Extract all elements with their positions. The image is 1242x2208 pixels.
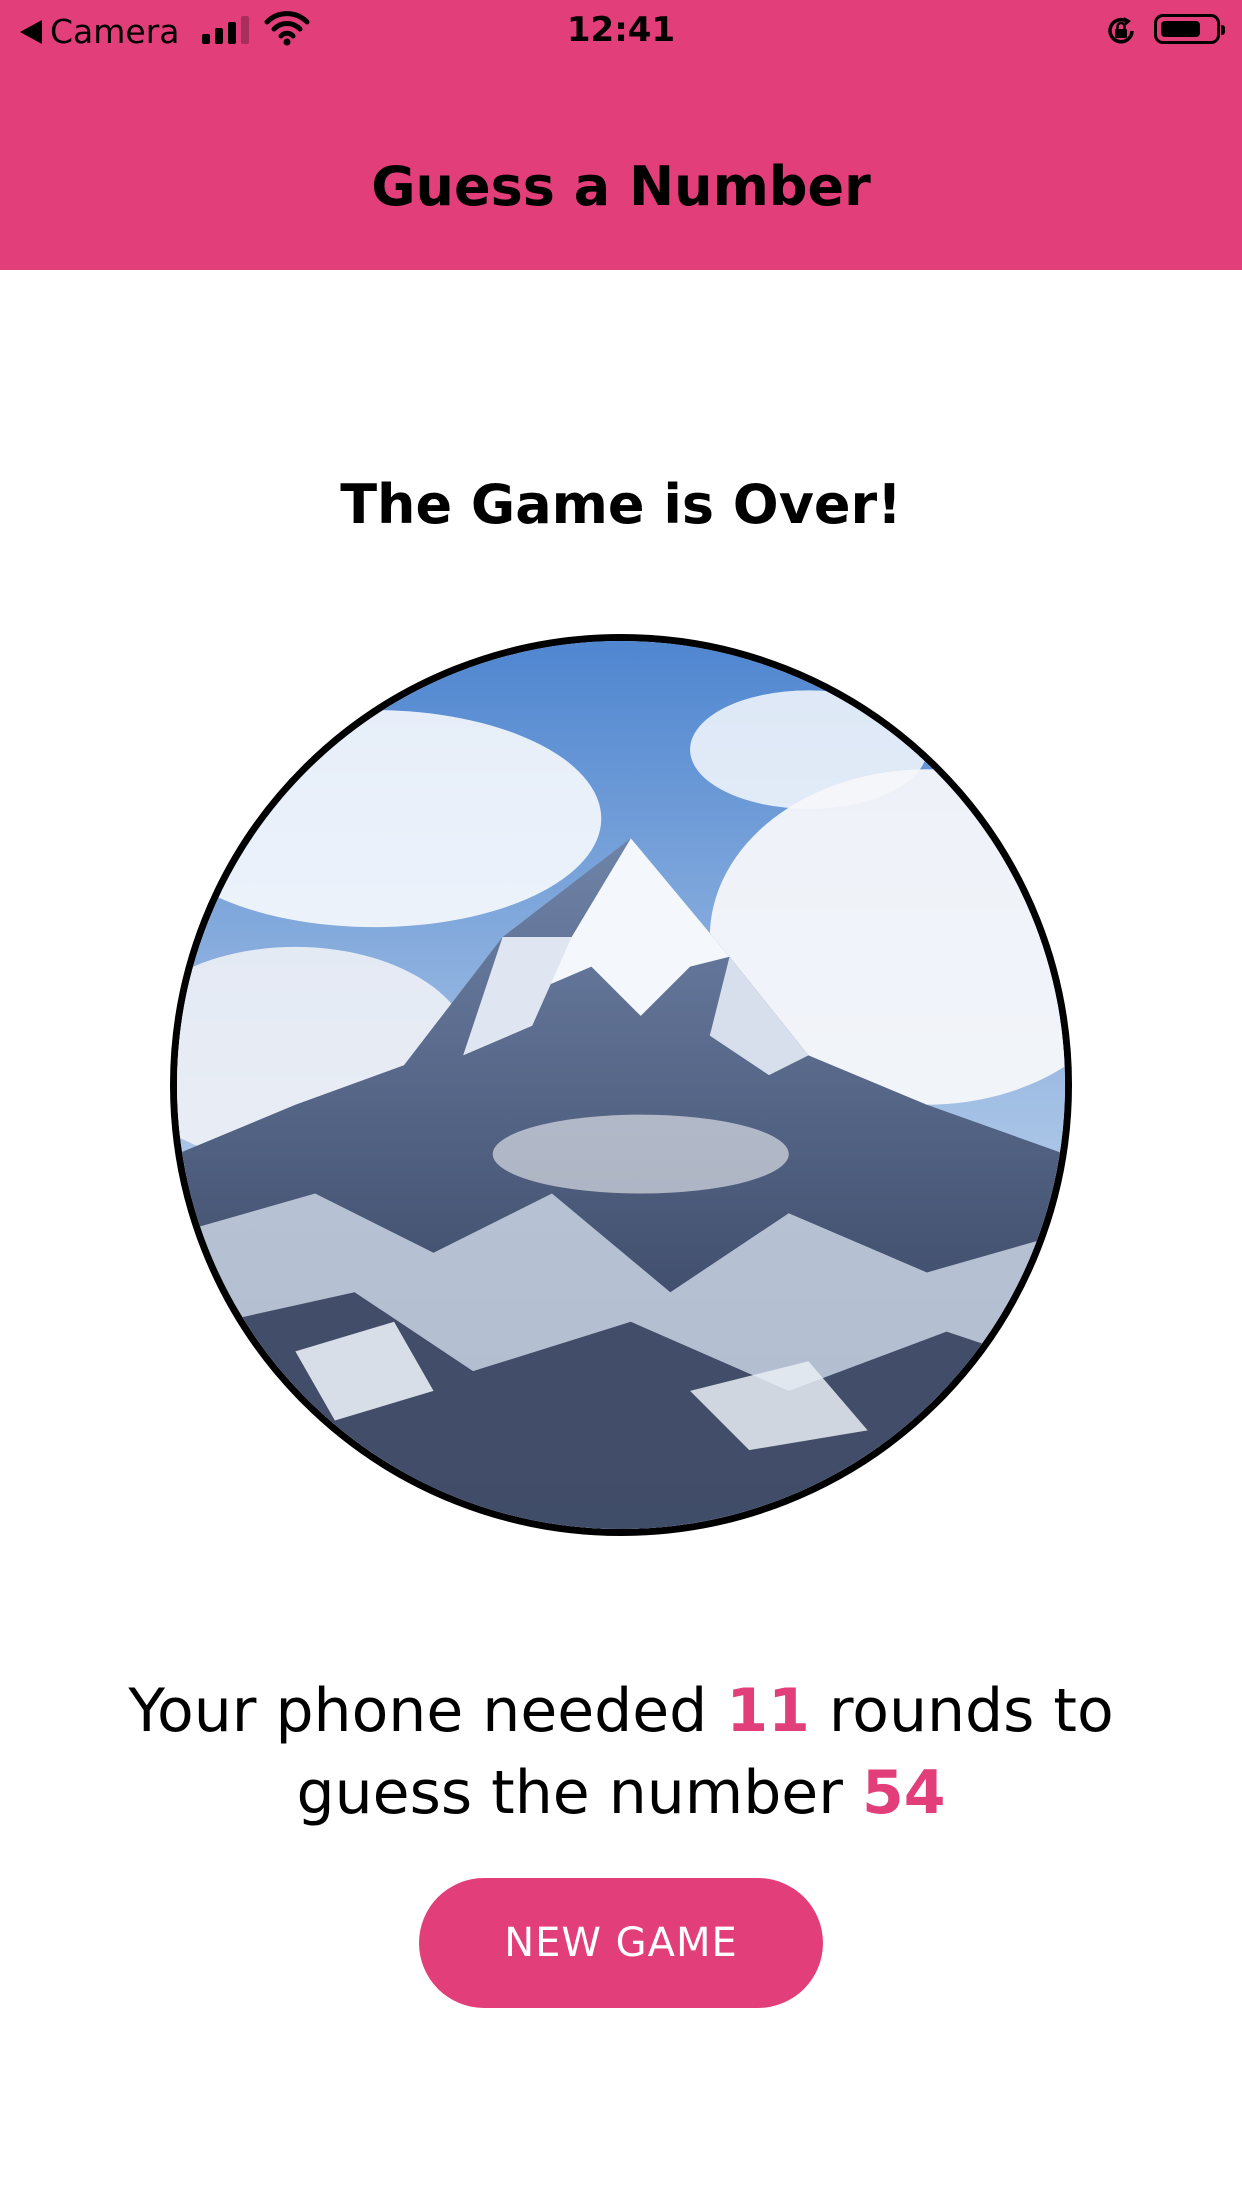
result-text-part1: Your phone needed [128, 1676, 727, 1746]
rotation-lock-icon [1104, 14, 1138, 52]
result-message: Your phone needed 11 rounds to guess the… [100, 1670, 1142, 1834]
new-game-button[interactable]: NEW GAME [419, 1878, 823, 2008]
rounds-count: 11 [726, 1676, 810, 1746]
battery-icon [1154, 14, 1225, 44]
status-time: 12:41 [566, 10, 676, 50]
success-image [170, 634, 1072, 1536]
app-title: Guess a Number [371, 155, 871, 218]
battery-level [1161, 21, 1200, 37]
guessed-number: 54 [861, 1758, 946, 1828]
game-over-heading: The Game is Over! [340, 473, 902, 536]
app-header: Camera 12:41 Guess a Number [0, 0, 1242, 270]
status-bar: Camera 12:41 [0, 0, 1242, 62]
mountain-illustration [177, 641, 1065, 1529]
battery-tip [1221, 25, 1225, 35]
